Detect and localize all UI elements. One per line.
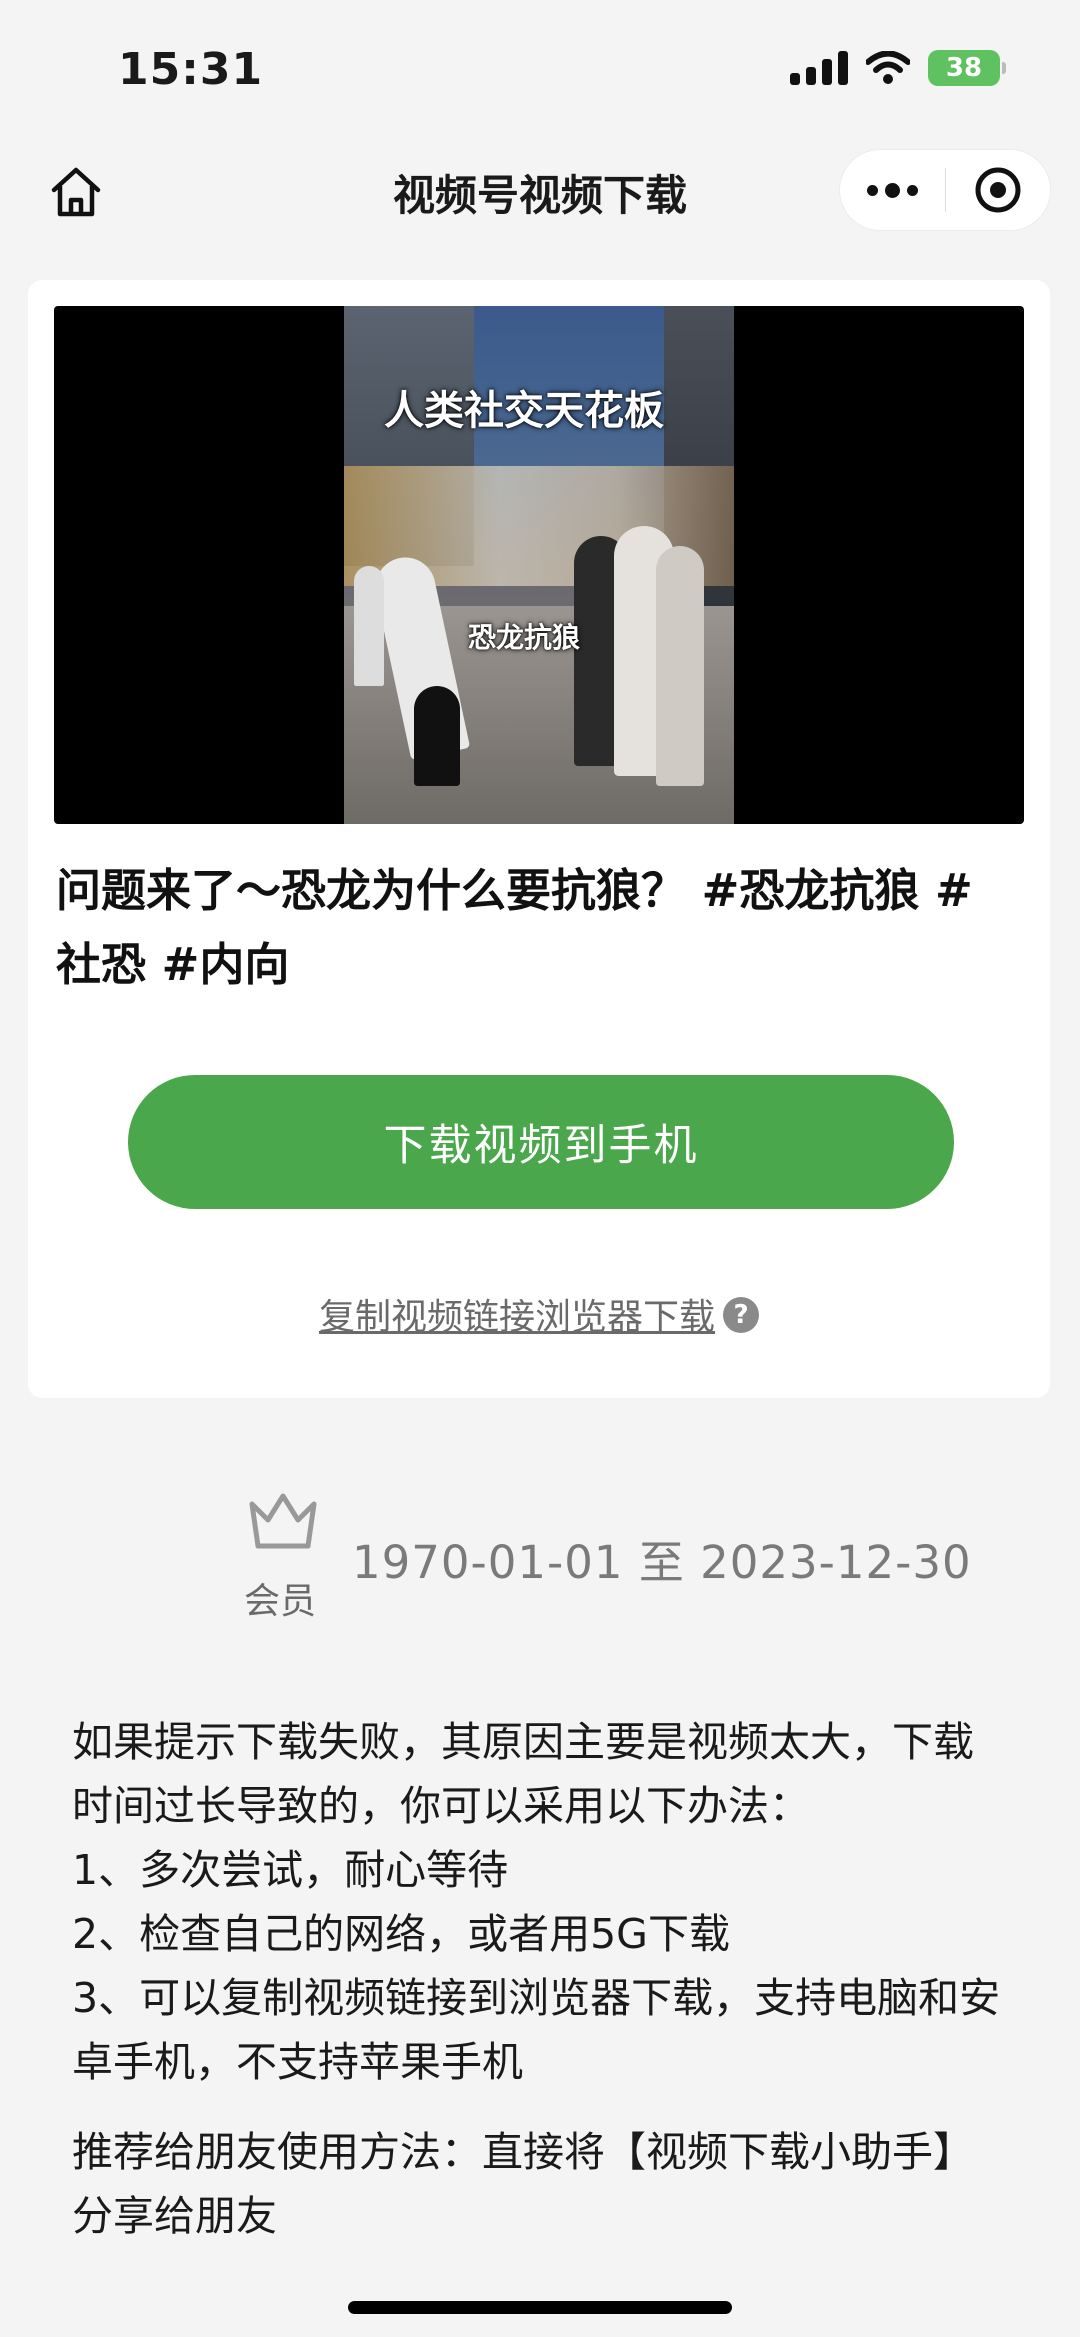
tip-item: 3、可以复制视频链接到浏览器下载，支持电脑和安卓手机，不支持苹果手机 — [72, 1974, 1001, 2086]
help-icon[interactable]: ? — [723, 1297, 759, 1333]
target-close-icon — [975, 167, 1021, 213]
copy-link-button[interactable]: 复制视频链接浏览器下载 — [319, 1297, 715, 1338]
membership-dates: 1970-01-01 至 2023-12-30 — [352, 1536, 972, 1589]
close-mini-program-button[interactable] — [946, 165, 1051, 215]
copy-link-row: 复制视频链接浏览器下载? — [28, 1288, 1050, 1340]
tip-intro: 如果提示下载失败，其原因主要是视频太大，下载时间过长导致的，你可以采用以下办法： — [72, 1718, 974, 1830]
video-player[interactable]: 人类社交天花板 恐龙抗狼 — [54, 306, 1024, 824]
status-time: 15:31 — [118, 44, 264, 95]
status-icons: 38 — [790, 50, 1006, 86]
mini-program-capsule — [840, 150, 1050, 230]
crown-icon — [249, 1493, 317, 1549]
membership-section: 会员 1970-01-01 至 2023-12-30 — [0, 1490, 1080, 1630]
nav-bar: 视频号视频下载 — [0, 140, 1080, 240]
tip-item: 2、检查自己的网络，或者用5G下载 — [72, 1910, 730, 1958]
more-icon[interactable] — [840, 182, 945, 198]
video-card: 人类社交天花板 恐龙抗狼 问题来了～恐龙为什么要抗狼？ #恐龙抗狼 #社恐 #内… — [28, 280, 1050, 1398]
video-thumbnail: 人类社交天花板 恐龙抗狼 — [344, 306, 734, 824]
tip-item: 1、多次尝试，耐心等待 — [72, 1846, 509, 1894]
battery-icon: 38 — [928, 50, 1006, 86]
download-tips: 如果提示下载失败，其原因主要是视频太大，下载时间过长导致的，你可以采用以下办法：… — [72, 1710, 1012, 2248]
video-caption-top: 人类社交天花板 — [384, 388, 664, 434]
status-bar: 15:31 38 — [0, 0, 1080, 140]
video-title: 问题来了～恐龙为什么要抗狼？ #恐龙抗狼 #社恐 #内向 — [56, 864, 973, 991]
wifi-icon — [866, 51, 910, 84]
recommend-text: 推荐给朋友使用方法：直接将【视频下载小助手】分享给朋友 — [72, 2128, 974, 2240]
download-to-phone-button[interactable]: 下载视频到手机 — [128, 1075, 954, 1209]
video-caption-mid: 恐龙抗狼 — [468, 621, 581, 654]
membership-label: 会员 — [244, 1581, 317, 1622]
cellular-signal-icon — [790, 51, 848, 85]
home-indicator — [348, 2301, 732, 2314]
